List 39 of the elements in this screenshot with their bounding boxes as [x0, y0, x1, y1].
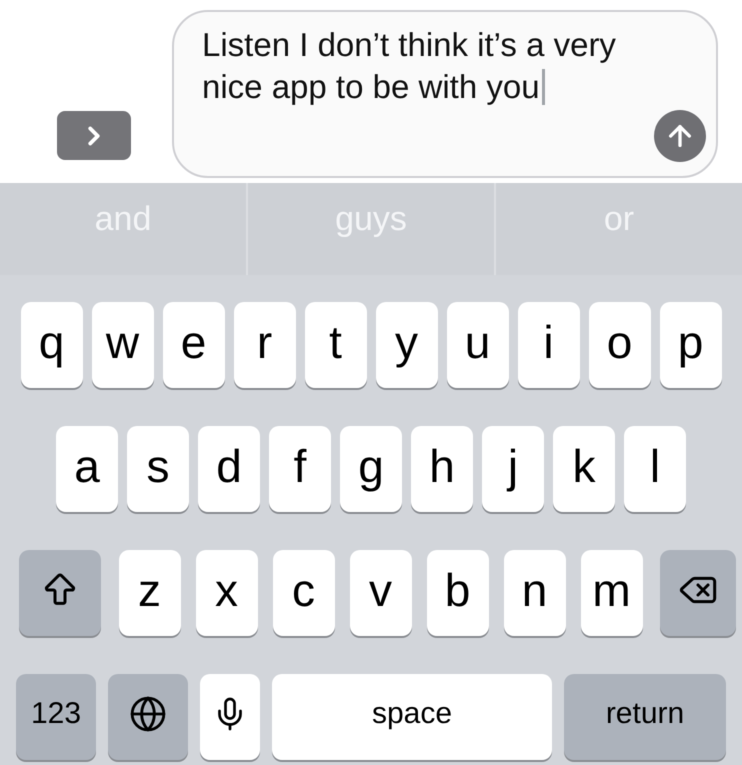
- microphone-key[interactable]: [200, 674, 260, 760]
- letter-key[interactable]: a: [56, 426, 118, 512]
- globe-key[interactable]: [108, 674, 188, 760]
- return-key[interactable]: return: [564, 674, 726, 760]
- letter-key[interactable]: h: [411, 426, 473, 512]
- globe-icon: [129, 695, 167, 733]
- numbers-key[interactable]: 123: [16, 674, 96, 760]
- letter-key[interactable]: b: [426, 550, 488, 636]
- letter-key[interactable]: r: [234, 302, 296, 388]
- space-key[interactable]: space: [272, 674, 552, 760]
- letter-key[interactable]: u: [446, 302, 508, 388]
- expand-button[interactable]: [57, 111, 131, 160]
- letter-key[interactable]: p: [660, 302, 722, 388]
- letter-key[interactable]: y: [376, 302, 438, 388]
- letter-key[interactable]: n: [504, 550, 566, 636]
- letter-key[interactable]: i: [518, 302, 580, 388]
- message-field[interactable]: Listen I don’t think it’s a very nice app to be with you: [172, 10, 718, 178]
- letter-key[interactable]: e: [162, 302, 224, 388]
- letter-key[interactable]: c: [272, 550, 334, 636]
- message-text: Listen I don’t think it’s a very nice app to be with you: [202, 25, 617, 107]
- shift-key[interactable]: [19, 550, 101, 636]
- letter-key[interactable]: m: [580, 550, 642, 636]
- letter-key[interactable]: s: [127, 426, 189, 512]
- letter-key[interactable]: k: [553, 426, 615, 512]
- letter-key[interactable]: q: [20, 302, 82, 388]
- letter-key[interactable]: z: [118, 550, 180, 636]
- backspace-key[interactable]: [660, 550, 736, 636]
- letter-key[interactable]: t: [304, 302, 366, 388]
- letter-key[interactable]: f: [269, 426, 331, 512]
- letter-key[interactable]: d: [198, 426, 260, 512]
- letter-key[interactable]: v: [350, 550, 412, 636]
- letter-key[interactable]: l: [624, 426, 686, 512]
- letter-key[interactable]: o: [588, 302, 650, 388]
- send-button[interactable]: [654, 110, 706, 162]
- letter-key[interactable]: g: [340, 426, 402, 512]
- letter-key[interactable]: j: [482, 426, 544, 512]
- text-cursor: [542, 69, 545, 105]
- letter-key[interactable]: w: [92, 302, 154, 388]
- letter-key[interactable]: x: [196, 550, 258, 636]
